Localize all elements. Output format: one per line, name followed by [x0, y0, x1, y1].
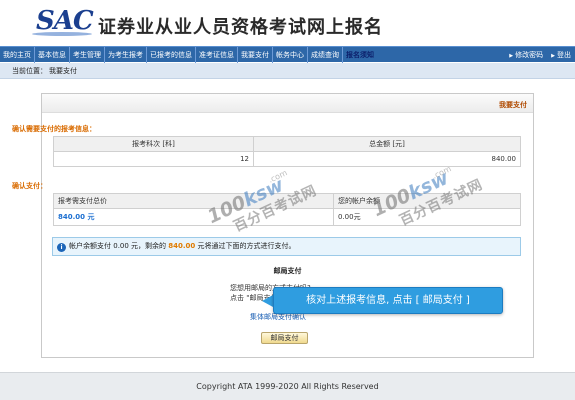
logout-label: 登出: [557, 50, 571, 59]
watermark-com: .com: [267, 168, 289, 185]
notice-remaining: 840.00: [168, 242, 196, 250]
nav-right: ▶ 修改密码 ▶ 登出: [505, 47, 575, 63]
nav-item-admission-ticket[interactable]: 准考证信息: [196, 46, 238, 63]
nav-item-home[interactable]: 我的主页: [0, 46, 35, 63]
section-confirm-payment: 确认支付：: [12, 182, 47, 190]
nav-item-payment[interactable]: 我要支付: [238, 46, 273, 63]
table-header: 报考科次 [科]: [53, 136, 254, 152]
instruction-tooltip: 核对上述报考信息, 点击 [ 邮局支付 ]: [273, 287, 503, 314]
notice-suffix: 元将通过下面的方式进行支付。: [195, 242, 296, 250]
nav-item-score-query[interactable]: 成绩查询: [308, 46, 343, 63]
table-header: 总金额 [元]: [253, 136, 521, 152]
table-row: 12 840.00: [53, 151, 521, 167]
nav-item-registration-notice[interactable]: 报名须知: [343, 47, 377, 63]
breadcrumb-label: 当前位置：: [12, 67, 47, 75]
post-payment-title: 邮局支付: [273, 267, 302, 275]
main-nav: 我的主页 基本信息 考生管理 为考生报考 已报考的信息 准考证信息 我要支付 帐…: [0, 46, 575, 63]
nav-item-basic-info[interactable]: 基本信息: [35, 46, 70, 63]
registration-summary-table: 报考科次 [科] 总金额 [元] 12 840.00: [53, 136, 521, 167]
nav-item-register-for-candidate[interactable]: 为考生报考: [105, 46, 147, 63]
nav-item-registered-info[interactable]: 已报考的信息: [147, 46, 196, 63]
triangle-right-icon: ▶: [509, 52, 514, 59]
site-title: 证券业从业人员资格考试网上报名: [98, 17, 383, 38]
total-amount: 840.00: [253, 151, 521, 167]
triangle-right-icon: ▶: [551, 52, 555, 59]
footer-copyright: Copyright ATA 1999-2020 All Rights Reser…: [0, 372, 575, 400]
breadcrumb-current: 我要支付: [49, 67, 77, 75]
info-icon: i: [57, 243, 66, 252]
watermark-site: 百分百考试网: [397, 176, 486, 230]
watermark-site: 百分百考试网: [231, 182, 320, 236]
watermark-com: .com: [431, 164, 453, 181]
balance-notice: i 帐户余额支付 0.00 元，剩余的 840.00 元将通过下面的方式进行支付。: [52, 237, 521, 256]
panel-header-bar: [42, 94, 533, 113]
logout-link[interactable]: ▶ 登出: [547, 47, 575, 63]
notice-prefix: 帐户余额支付: [69, 242, 114, 250]
panel-title: 我要支付: [499, 101, 527, 109]
change-password-link[interactable]: ▶ 修改密码: [505, 47, 547, 63]
nav-item-account-center[interactable]: 帐务中心: [273, 46, 308, 63]
subjects-count: 12: [53, 151, 254, 167]
site-header: SAC 证券业从业人员资格考试网上报名: [0, 0, 575, 44]
tooltip-arrow: [262, 295, 273, 307]
notice-balance: 0.00 元，剩余的: [113, 242, 169, 250]
change-password-label: 修改密码: [515, 50, 544, 59]
breadcrumb: 当前位置： 我要支付: [0, 63, 575, 79]
post-payment-button[interactable]: 邮局支付: [261, 332, 308, 344]
logo-swoosh: [32, 32, 92, 36]
table-row: 报考科次 [科] 总金额 [元]: [53, 136, 521, 152]
nav-item-candidate-mgmt[interactable]: 考生管理: [70, 46, 105, 63]
section-confirm-registration: 确认需要支付的报考信息：: [12, 125, 96, 133]
